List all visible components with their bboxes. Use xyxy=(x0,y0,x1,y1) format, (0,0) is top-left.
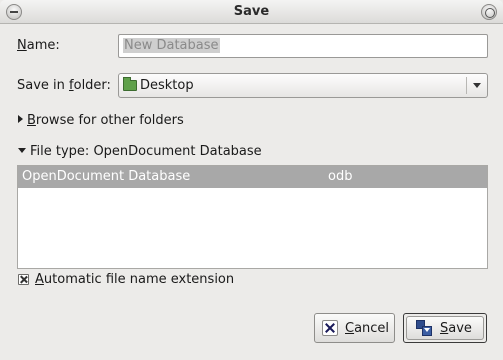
auto-extension-label[interactable]: Automatic file name extension xyxy=(35,272,234,287)
save-button-focus-ring: Save xyxy=(403,313,487,343)
file-type-label: File type: OpenDocument Database xyxy=(30,144,262,159)
folder-label: Save in folder: xyxy=(17,78,111,93)
file-type-name: OpenDocument Database xyxy=(22,169,191,184)
list-item[interactable]: OpenDocument Database odb xyxy=(18,166,487,188)
file-type-expander[interactable]: File type: OpenDocument Database xyxy=(18,144,262,160)
browse-folders-expander[interactable]: Browse for other folders xyxy=(18,113,184,129)
window-title: Save xyxy=(233,4,270,19)
save-button-label: Save xyxy=(440,321,472,336)
name-input[interactable]: New Database xyxy=(118,34,488,58)
browse-folders-label: Browse for other folders xyxy=(27,113,184,128)
title-bar: Save xyxy=(0,0,503,24)
expander-expanded-icon xyxy=(18,148,26,153)
save-button[interactable]: Save xyxy=(406,316,484,340)
combo-separator xyxy=(466,77,467,94)
folder-icon xyxy=(123,77,137,91)
folder-value: Desktop xyxy=(140,78,194,93)
chevron-down-icon[interactable] xyxy=(473,83,481,88)
close-icon[interactable] xyxy=(481,4,497,20)
folder-combobox[interactable]: Desktop xyxy=(118,73,488,98)
file-type-list[interactable]: OpenDocument Database odb xyxy=(17,165,488,269)
name-input-value: New Database xyxy=(123,38,220,53)
cancel-button-label: Cancel xyxy=(345,321,390,336)
name-label: Name: xyxy=(17,38,60,53)
file-type-extension: odb xyxy=(328,169,353,184)
auto-extension-checkbox[interactable] xyxy=(18,274,29,285)
expander-collapsed-icon xyxy=(18,115,23,123)
cancel-button[interactable]: Cancel xyxy=(314,313,395,343)
save-icon xyxy=(416,320,433,337)
cancel-icon xyxy=(322,320,338,336)
